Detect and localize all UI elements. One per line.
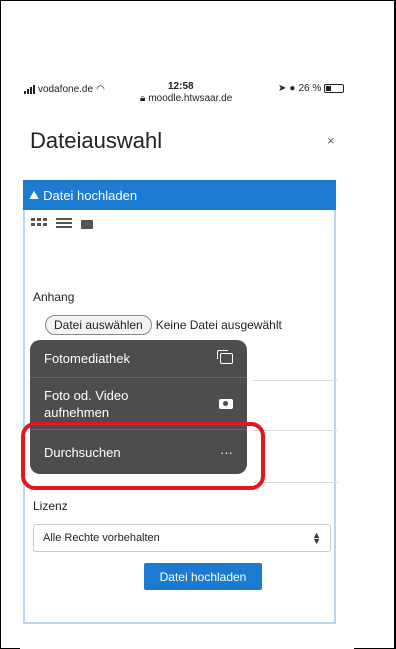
license-value: Alle Rechte vorbehalten	[43, 532, 160, 544]
phone-screen: vodafone.de ◠ 12:58 🔒︎ moodle.htwsaar.de…	[20, 78, 354, 649]
highlight-box	[21, 422, 265, 490]
license-select[interactable]: Alle Rechte vorbehalten ▲ ▼	[33, 524, 331, 552]
close-icon[interactable]: ×	[327, 133, 335, 148]
wifi-icon: ◠	[96, 84, 105, 95]
list-view-icon[interactable]	[56, 218, 73, 231]
menu-item-photo-library[interactable]: Fotomediathek	[30, 340, 247, 378]
camera-icon	[219, 398, 233, 409]
location-icon: ➤	[278, 83, 287, 94]
view-switcher	[31, 218, 93, 231]
attachment-label: Anhang	[33, 290, 75, 304]
divider	[253, 482, 338, 483]
frame-edge	[394, 1, 395, 649]
no-file-text: Keine Datei ausgewählt	[155, 318, 282, 332]
select-arrows-icon: ▲ ▼	[312, 530, 321, 546]
url-text: moodle.htwsaar.de	[148, 93, 233, 104]
menu-item-label: Fotomediathek	[44, 351, 130, 366]
license-label: Lizenz	[33, 499, 68, 513]
file-input-row: Datei auswählen Keine Datei ausgewählt	[45, 315, 282, 335]
modal-title: Dateiauswahl	[30, 128, 163, 153]
status-bar: vodafone.de ◠ 12:58 🔒︎ moodle.htwsaar.de…	[20, 78, 354, 108]
upload-tab-label: Datei hochladen	[43, 187, 138, 203]
lock-icon: 🔒︎	[140, 93, 146, 104]
grid-view-icon[interactable]	[31, 218, 48, 231]
battery-icon	[324, 84, 345, 93]
alarm-icon: ●	[289, 83, 296, 94]
menu-item-label: Foto od. Video aufnehmen	[44, 387, 129, 420]
upload-submit-button[interactable]: Datei hochladen	[144, 563, 262, 590]
photo-library-icon	[217, 350, 233, 364]
folder-view-icon[interactable]	[81, 220, 93, 229]
battery-percent: 26 %	[298, 83, 322, 94]
system-indicators: ➤ ● 26 %	[278, 83, 345, 94]
upload-tab-header[interactable]: ⛰ Datei hochladen	[23, 180, 336, 210]
choose-file-button[interactable]: Datei auswählen	[45, 315, 152, 335]
clock: 12:58	[168, 81, 194, 92]
divider	[253, 430, 338, 431]
carrier-name: vodafone.de	[38, 84, 94, 95]
signal-icon	[24, 85, 35, 94]
address-bar[interactable]: 🔒︎ moodle.htwsaar.de	[140, 93, 232, 104]
divider	[253, 380, 338, 381]
upload-icon: ⛰	[29, 187, 40, 202]
carrier-info: vodafone.de ◠	[24, 84, 105, 95]
